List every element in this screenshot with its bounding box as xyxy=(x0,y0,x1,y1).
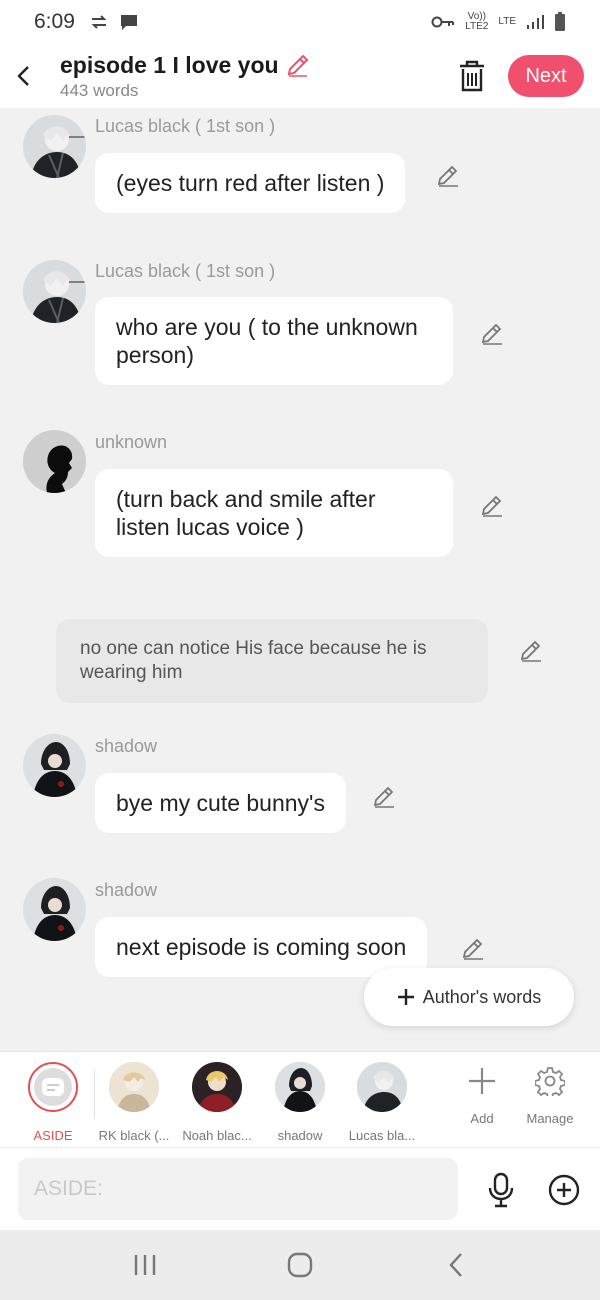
character-avatar[interactable] xyxy=(23,878,86,941)
battery-icon xyxy=(555,12,565,31)
signal-icon xyxy=(527,15,544,29)
manage-button[interactable]: Manage xyxy=(520,1066,580,1126)
aside-avatar xyxy=(28,1062,78,1112)
aside-input[interactable] xyxy=(18,1158,458,1220)
aside-bubble[interactable]: no one can notice His face because he is… xyxy=(56,619,488,703)
next-button[interactable]: Next xyxy=(508,55,584,97)
message-bubble[interactable]: bye my cute bunny's xyxy=(95,773,346,833)
message-bubble[interactable]: (eyes turn red after listen ) xyxy=(95,153,406,213)
character-avatar[interactable] xyxy=(23,734,86,797)
character-avatar xyxy=(357,1062,407,1112)
manage-label: Manage xyxy=(526,1111,574,1126)
lte-label: LTE xyxy=(498,16,516,27)
voice-button[interactable] xyxy=(486,1172,516,1208)
divider xyxy=(94,1070,95,1118)
authors-words-button[interactable]: Author's words xyxy=(364,968,574,1026)
character-noah-black[interactable]: Noah blac... xyxy=(180,1062,254,1143)
back-button[interactable] xyxy=(0,44,46,108)
chat-area[interactable]: Lucas black ( 1st son ) (eyes turn red a… xyxy=(0,108,600,1050)
message-bubble[interactable]: who are you ( to the unknown person) xyxy=(95,297,453,385)
microphone-icon xyxy=(488,1172,514,1208)
character-avatar[interactable] xyxy=(23,115,86,178)
key-icon xyxy=(431,16,455,28)
character-lucas-black[interactable]: Lucas bla... xyxy=(345,1062,419,1143)
character-aside[interactable]: ASIDE xyxy=(16,1062,90,1143)
character-avatar xyxy=(109,1062,159,1112)
attach-button[interactable] xyxy=(548,1174,580,1206)
editor-header: episode 1 I love you 443 words Next xyxy=(0,44,600,108)
character-label: Noah blac... xyxy=(182,1128,252,1143)
character-name: Lucas black ( 1st son ) xyxy=(95,261,276,281)
character-label: RK black (... xyxy=(98,1128,170,1143)
plus-icon xyxy=(469,1068,495,1094)
character-avatar[interactable] xyxy=(23,260,86,323)
sync-icon xyxy=(91,15,107,29)
character-label: Lucas bla... xyxy=(348,1128,416,1143)
plus-icon xyxy=(397,989,414,1005)
status-bar: 6:09 Vo)) LTE2 LTE xyxy=(0,0,600,44)
character-avatar[interactable] xyxy=(23,430,86,493)
character-label: ASIDE xyxy=(33,1128,73,1143)
character-avatar xyxy=(275,1062,325,1112)
chevron-left-icon xyxy=(17,66,29,86)
message-bubble[interactable]: (turn back and smile after listen lucas … xyxy=(95,469,453,557)
edit-icon[interactable] xyxy=(480,322,504,346)
character-name: Lucas black ( 1st son ) xyxy=(95,116,276,136)
back-nav-icon[interactable] xyxy=(442,1250,472,1280)
delete-button[interactable] xyxy=(456,60,488,94)
edit-icon[interactable] xyxy=(436,164,460,188)
add-label: Add xyxy=(470,1111,494,1126)
edit-icon[interactable] xyxy=(480,494,504,518)
edit-icon[interactable] xyxy=(461,937,485,961)
character-name: shadow xyxy=(95,736,158,756)
edit-icon[interactable] xyxy=(519,639,543,663)
recent-apps-icon[interactable] xyxy=(130,1250,160,1280)
gear-icon xyxy=(534,1067,566,1099)
character-shadow[interactable]: shadow xyxy=(263,1062,337,1143)
add-character-button[interactable]: Add xyxy=(452,1066,512,1126)
message-bubble[interactable]: next episode is coming soon xyxy=(95,917,428,977)
character-label: shadow xyxy=(277,1128,323,1143)
edit-icon[interactable] xyxy=(372,785,396,809)
character-avatar xyxy=(192,1062,242,1112)
system-nav-bar xyxy=(0,1230,600,1300)
input-bar xyxy=(0,1147,600,1230)
episode-title[interactable]: episode 1 I love you xyxy=(60,52,279,79)
aside-icon xyxy=(34,1068,72,1106)
character-name: shadow xyxy=(95,880,158,900)
character-name: unknown xyxy=(95,432,168,452)
home-icon[interactable] xyxy=(285,1250,315,1280)
message-icon xyxy=(120,15,137,30)
plus-circle-icon xyxy=(548,1174,580,1206)
status-time: 6:09 xyxy=(34,10,75,33)
character-bar: ASIDE RK black (... Noah blac... shadow … xyxy=(0,1051,600,1147)
trash-icon xyxy=(460,60,484,92)
lte2-label: LTE2 xyxy=(465,21,489,32)
edit-title-icon[interactable] xyxy=(285,52,311,78)
character-rk-black[interactable]: RK black (... xyxy=(97,1062,171,1143)
word-count: 443 words xyxy=(60,80,139,100)
authors-words-label: Author's words xyxy=(422,986,542,1007)
